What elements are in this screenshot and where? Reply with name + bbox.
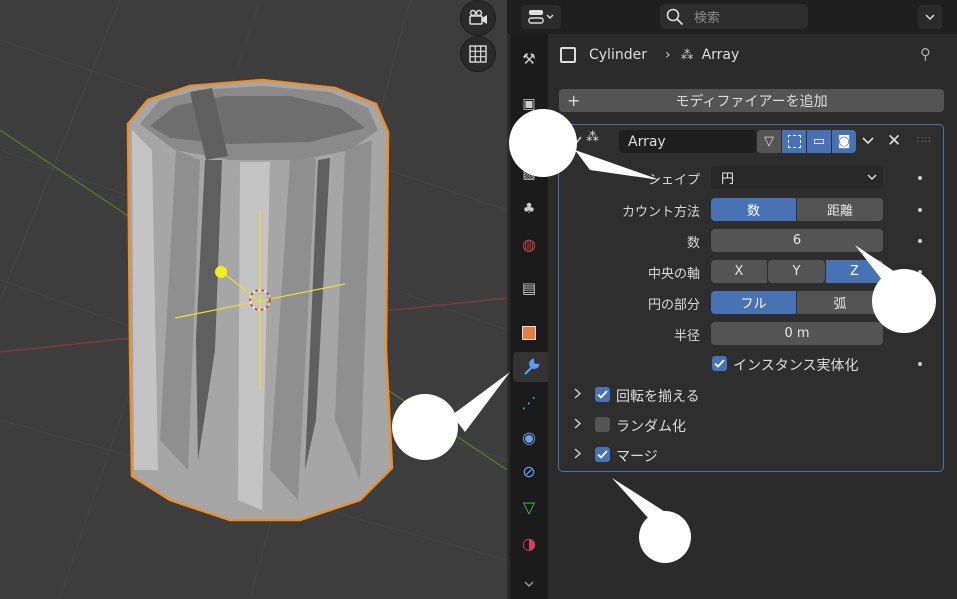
callout-pointer [575,150,660,180]
callout-bubble [392,394,458,460]
callout-bubble [639,511,691,563]
callout-pointer [452,372,510,432]
callout-bubble [872,269,936,333]
annotation-overlay [392,109,936,563]
callout-bubble [509,109,577,177]
